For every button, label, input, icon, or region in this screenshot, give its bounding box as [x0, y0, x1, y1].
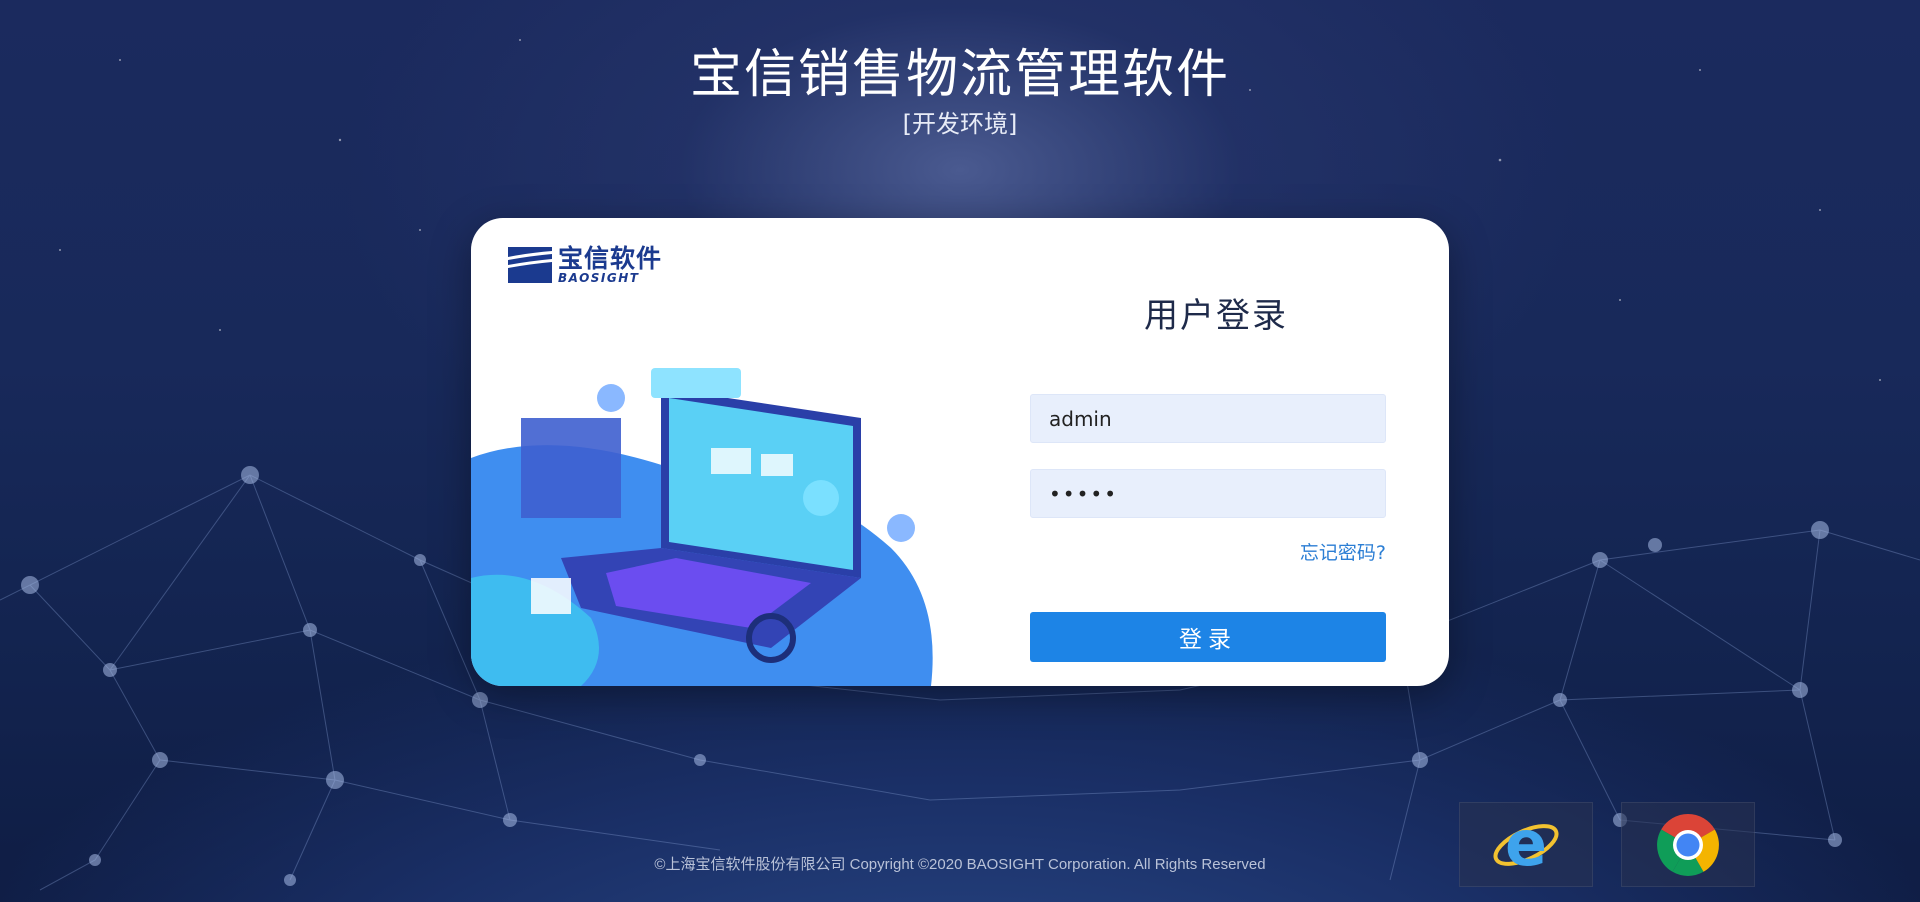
password-input[interactable]: [1030, 469, 1386, 518]
logo-name-cn: 宝信软件: [558, 244, 663, 273]
app-title: 宝信销售物流管理软件: [689, 45, 1230, 105]
page-header: 宝信销售物流管理软件 [开发环境]: [0, 42, 1920, 140]
chrome-download-button[interactable]: [1621, 802, 1755, 887]
forgot-password-link[interactable]: 忘记密码?: [1286, 538, 1386, 565]
svg-text:e: e: [1505, 813, 1547, 877]
baosight-logo-icon: [508, 247, 552, 283]
login-button[interactable]: 登录: [1030, 612, 1386, 662]
chrome-icon: [1657, 813, 1719, 876]
login-title: 用户登录: [1144, 296, 1288, 336]
login-card: 宝信软件 BAOSIGHT 用户登录 忘记密码? 登录: [471, 218, 1449, 686]
brand-logo: 宝信软件 BAOSIGHT: [508, 246, 662, 284]
ie-icon: e: [1493, 813, 1559, 877]
environment-tag: [开发环境]: [902, 110, 1018, 138]
username-input[interactable]: [1030, 394, 1386, 443]
ie-download-button[interactable]: e: [1459, 802, 1593, 887]
logo-name-en: BAOSIGHT: [558, 271, 640, 285]
laptop-illustration: [471, 368, 933, 686]
